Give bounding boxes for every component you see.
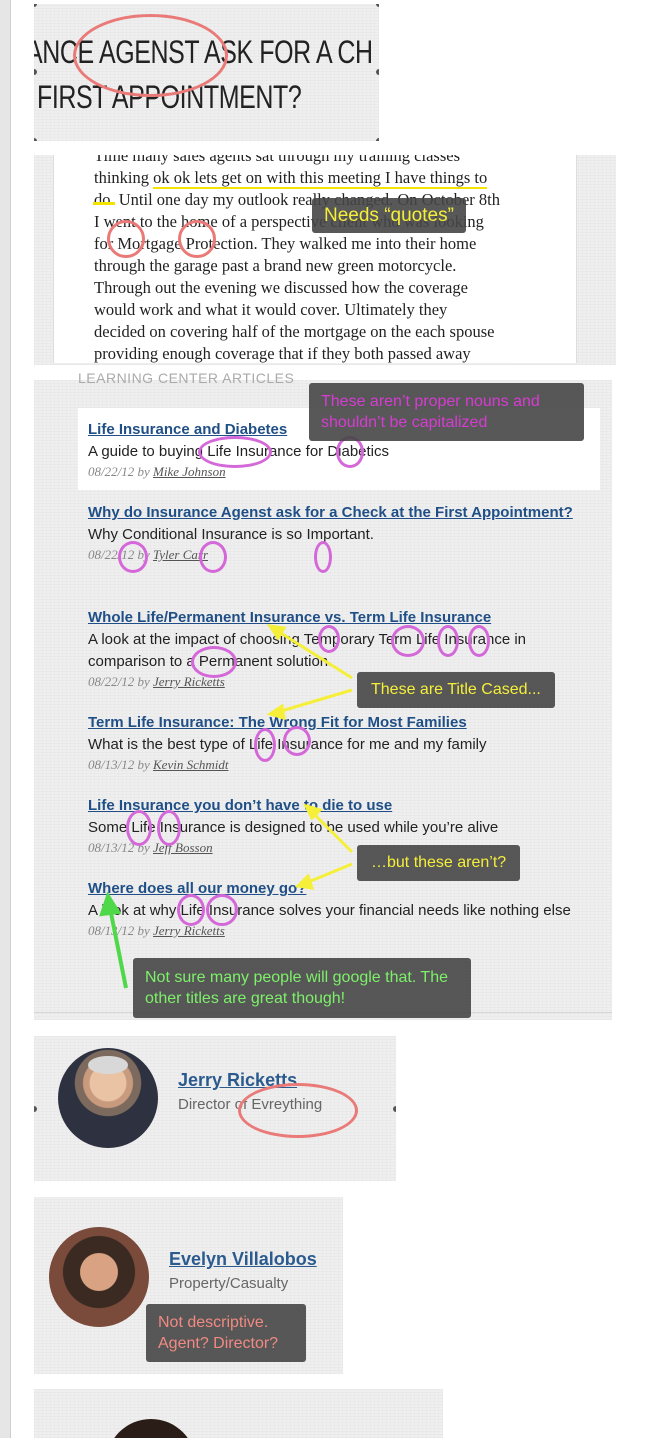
highlight-underline xyxy=(93,202,115,205)
article-meta: 08/13/12 by Kevin Schmidt xyxy=(88,757,229,772)
annotation-oval-pink xyxy=(318,625,340,653)
annotation-oval-pink xyxy=(314,541,332,573)
annotation-oval-red xyxy=(238,1083,358,1138)
annotation-oval-pink xyxy=(206,894,238,926)
article-description: What is the best type of Life Insurance … xyxy=(88,736,487,753)
annotation-oval-red xyxy=(178,220,216,258)
callout-not-descriptive: Not descriptive. Agent? Director? xyxy=(146,1304,306,1362)
callout-proper-nouns: These aren’t proper nouns and shouldn’t … xyxy=(309,383,584,441)
article-line: through the garage past a brand new gree… xyxy=(94,256,457,275)
article-line: would work and what it would cover. Ulti… xyxy=(94,300,448,319)
corner-dot xyxy=(34,1106,37,1112)
avatar xyxy=(49,1227,149,1327)
article-link[interactable]: Whole Life/Permanent Insurance vs. Term … xyxy=(88,607,588,629)
annotation-oval-pink xyxy=(468,625,490,657)
article-meta: 08/22/12 by Tyler Carr xyxy=(88,547,209,562)
callout-needs-quotes: Needs “quotes” xyxy=(312,198,466,233)
person-name[interactable]: Evelyn Villalobos xyxy=(169,1249,317,1270)
article-line: thinking ok ok lets get on with this mee… xyxy=(94,168,488,189)
corner-dot xyxy=(376,69,379,75)
annotation-oval-pink xyxy=(118,541,148,573)
corner-dot xyxy=(393,1106,396,1112)
annotation-oval-pink xyxy=(199,541,227,573)
article-line: providing enough coverage that if they b… xyxy=(94,344,471,363)
author-link[interactable]: Kevin Schmidt xyxy=(153,757,228,772)
annotation-oval-red xyxy=(73,14,228,97)
annotation-oval-pink xyxy=(126,810,152,846)
corner-dot xyxy=(34,4,37,7)
article-line: decided on covering half of the mortgage… xyxy=(94,322,495,341)
annotation-oval-pink xyxy=(437,625,459,657)
author-link[interactable]: Mike Johnson xyxy=(153,464,226,479)
article-link[interactable]: Why do Insurance Agenst ask for a Check … xyxy=(88,502,588,524)
annotation-oval-pink xyxy=(254,728,276,762)
article-meta: 08/22/12 by Mike Johnson xyxy=(88,464,226,479)
annotation-oval-pink xyxy=(157,810,181,846)
callout-google: Not sure many people will google that. T… xyxy=(133,958,471,1018)
article-line: Through out the evening we discussed how… xyxy=(94,278,468,297)
list-item: Term Life Insurance: The Wrong Fit for M… xyxy=(88,712,588,774)
corner-dot xyxy=(376,138,379,141)
annotation-oval-pink xyxy=(191,646,237,678)
article-excerpt: Time many sales agents sat through my tr… xyxy=(53,155,577,363)
article-meta: 08/13/12 by Jerry Ricketts xyxy=(88,923,225,938)
highlighted-text: ok ok lets get on with this meeting I ha… xyxy=(153,168,488,189)
article-description: A look at why Life Insurance solves your… xyxy=(88,902,571,919)
annotation-oval-red xyxy=(107,220,145,258)
corner-dot xyxy=(34,138,37,141)
callout-but-not: …but these aren’t? xyxy=(357,845,521,881)
annotation-oval-pink xyxy=(283,726,311,756)
annotation-oval-pink xyxy=(198,436,272,468)
article-link[interactable]: Term Life Insurance: The Wrong Fit for M… xyxy=(88,712,588,734)
list-item: Where does all our money go? A look at w… xyxy=(88,878,588,940)
avatar xyxy=(106,1419,196,1438)
article-description: Why Conditional Insurance is so Importan… xyxy=(88,526,374,543)
section-label: LEARNING CENTER ARTICLES xyxy=(78,370,295,386)
annotation-oval-pink xyxy=(391,625,425,657)
person-role: Property/Casualty xyxy=(169,1275,289,1292)
avatar xyxy=(58,1048,158,1148)
corner-dot xyxy=(34,69,37,75)
left-edge-bar xyxy=(0,0,11,1438)
person-card xyxy=(34,1389,443,1438)
corner-dot xyxy=(376,4,379,7)
callout-title-cased: These are Title Cased... xyxy=(357,672,555,708)
annotation-oval-pink xyxy=(177,894,205,926)
list-item: Why do Insurance Agenst ask for a Check … xyxy=(88,502,588,564)
article-link[interactable]: Where does all our money go? xyxy=(88,878,588,900)
article-line: Time many sales agents sat through my tr… xyxy=(94,155,461,165)
